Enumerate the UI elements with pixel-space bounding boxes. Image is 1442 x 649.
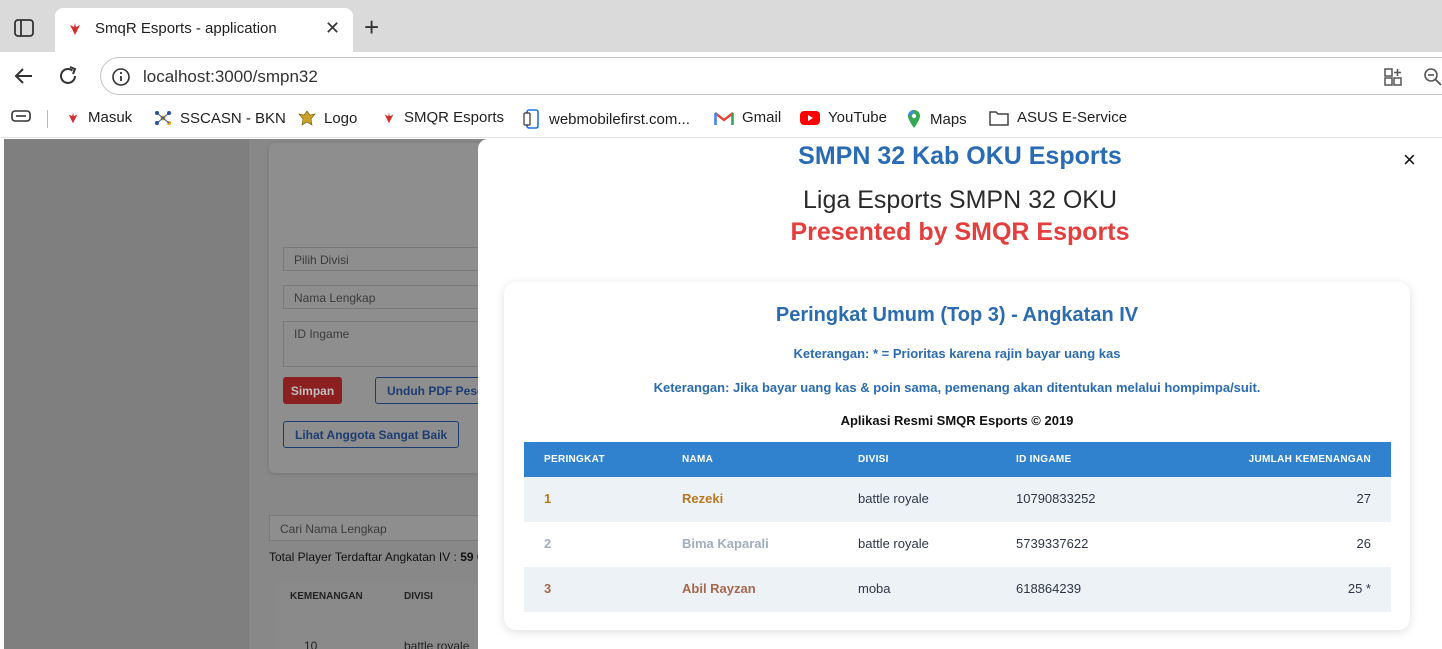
table-header-row: PERINGKAT NAMA DIVISI ID INGAME JUMLAH K…: [524, 442, 1391, 477]
rank-cell: 3: [544, 581, 552, 596]
site-info-icon[interactable]: [111, 67, 131, 92]
division-cell: battle royale: [858, 536, 929, 551]
note-priority: Keterangan: * = Prioritas karena rajin b…: [793, 346, 1121, 361]
ranking-modal: × SMPN 32 Kab OKU Esports Liga Esports S…: [478, 139, 1442, 649]
bookmark-asus-eservice[interactable]: ASUS E-Service: [989, 109, 1127, 126]
bookmark-separator: [47, 110, 48, 128]
back-arrow-icon[interactable]: [12, 64, 36, 93]
ingame-id-cell: 5739337622: [1016, 536, 1089, 551]
total-players-text: Total Player Terdaftar Angkatan IV : 59 …: [269, 550, 487, 564]
maps-pin-icon: [908, 110, 920, 128]
page-viewport: Pilih Divisi Nama Lengkap ID Ingame Simp…: [4, 139, 1442, 649]
wins-cell: 25 *: [1347, 581, 1371, 596]
bookmark-smqr-esports[interactable]: SMQR Esports: [382, 109, 504, 126]
smqr-bookmark-icon: [68, 112, 78, 123]
reload-icon[interactable]: [56, 64, 80, 93]
browser-tab-active[interactable]: SmqR Esports - application ✕: [55, 8, 353, 52]
column-header-ingame-id: ID INGAME: [1016, 454, 1072, 465]
save-button[interactable]: Simpan: [283, 377, 342, 404]
ingame-id-cell: 10790833252: [1016, 491, 1096, 506]
reading-list-icon[interactable]: [11, 109, 31, 123]
mobile-phone-icon: [523, 109, 539, 129]
name-cell: Bima Kaparali: [682, 536, 769, 551]
smqr-bookmark-icon: [384, 112, 394, 123]
tab-close-icon[interactable]: ✕: [325, 18, 340, 39]
division-cell: moba: [858, 581, 891, 596]
url-text[interactable]: localhost:3000/smpn32: [143, 67, 318, 87]
address-bar[interactable]: localhost:3000/smpn32: [100, 57, 1442, 95]
copyright-text: Aplikasi Resmi SMQR Esports © 2019: [840, 413, 1074, 428]
gmail-icon: [714, 111, 734, 125]
table-header-division: DIVISI: [404, 591, 433, 602]
column-header-wins: JUMLAH KEMENANGAN: [1248, 454, 1371, 465]
zoom-out-icon[interactable]: [1423, 67, 1442, 92]
sscasn-icon: [155, 111, 171, 125]
league-title: Liga Esports SMPN 32 OKU: [802, 186, 1117, 214]
bookmark-masuk[interactable]: Masuk: [66, 109, 132, 126]
tab-title: SmqR Esports - application: [95, 20, 277, 37]
wins-cell: 27: [1356, 491, 1371, 506]
table-cell-wins: 10: [304, 639, 318, 649]
ingame-id-cell: 618864239: [1016, 581, 1082, 596]
note-tiebreak: Keterangan: Jika bayar uang kas & poin s…: [653, 380, 1261, 395]
table-row: 2 Bima Kaparali battle royale 5739337622…: [524, 522, 1391, 567]
name-cell: Rezeki: [682, 491, 724, 506]
garuda-logo-icon: [298, 110, 316, 126]
ranking-title: Peringkat Umum (Top 3) - Angkatan IV: [775, 304, 1139, 326]
tab-actions-icon[interactable]: [10, 16, 38, 40]
name-cell: Abil Rayzan: [682, 581, 756, 596]
table-header-wins: KEMENANGAN: [290, 591, 363, 602]
bookmark-sscasn[interactable]: SSCASN - BKN: [154, 109, 286, 127]
table-cell-division: battle royale: [404, 639, 470, 649]
bookmark-gmail[interactable]: Gmail: [714, 109, 781, 126]
apps-grid-icon[interactable]: [1383, 67, 1403, 92]
wins-cell: 26: [1356, 536, 1371, 551]
ranking-table: PERINGKAT NAMA DIVISI ID INGAME JUMLAH K…: [524, 442, 1391, 612]
column-header-name: NAMA: [682, 454, 714, 465]
modal-heading: SMPN 32 Kab OKU Esports: [798, 142, 1122, 170]
bookmark-logo[interactable]: Logo: [298, 109, 357, 127]
presented-by-text: Presented by SMQR Esports: [790, 218, 1130, 246]
browser-navbar: localhost:3000/smpn32: [0, 52, 1442, 100]
bookmark-webmobilefirst[interactable]: webmobilefirst.com...: [523, 109, 690, 129]
rank-cell: 1: [544, 491, 552, 506]
column-header-division: DIVISI: [858, 454, 889, 465]
table-row: 3 Abil Rayzan moba 618864239 25 *: [524, 567, 1391, 612]
table-row: 1 Rezeki battle royale 10790833252 27: [524, 477, 1391, 522]
new-tab-icon[interactable]: +: [364, 14, 379, 40]
ranking-card: Peringkat Umum (Top 3) - Angkatan IV Ket…: [504, 282, 1410, 630]
rank-cell: 2: [544, 536, 552, 551]
bookmark-maps[interactable]: Maps: [906, 109, 967, 129]
folder-icon: [989, 110, 1009, 126]
bookmark-youtube[interactable]: YouTube: [800, 109, 887, 126]
smqr-favicon-icon: [67, 21, 83, 42]
youtube-icon: [800, 110, 820, 125]
column-header-rank: PERINGKAT: [544, 454, 605, 465]
view-members-button[interactable]: Lihat Anggota Sangat Baik: [283, 421, 460, 448]
bookmarks-bar: Masuk SSCASN - BKN Logo SMQR Esports web…: [0, 100, 1442, 138]
division-cell: battle royale: [858, 491, 929, 506]
browser-tabstrip: SmqR Esports - application ✕ +: [0, 0, 1442, 52]
